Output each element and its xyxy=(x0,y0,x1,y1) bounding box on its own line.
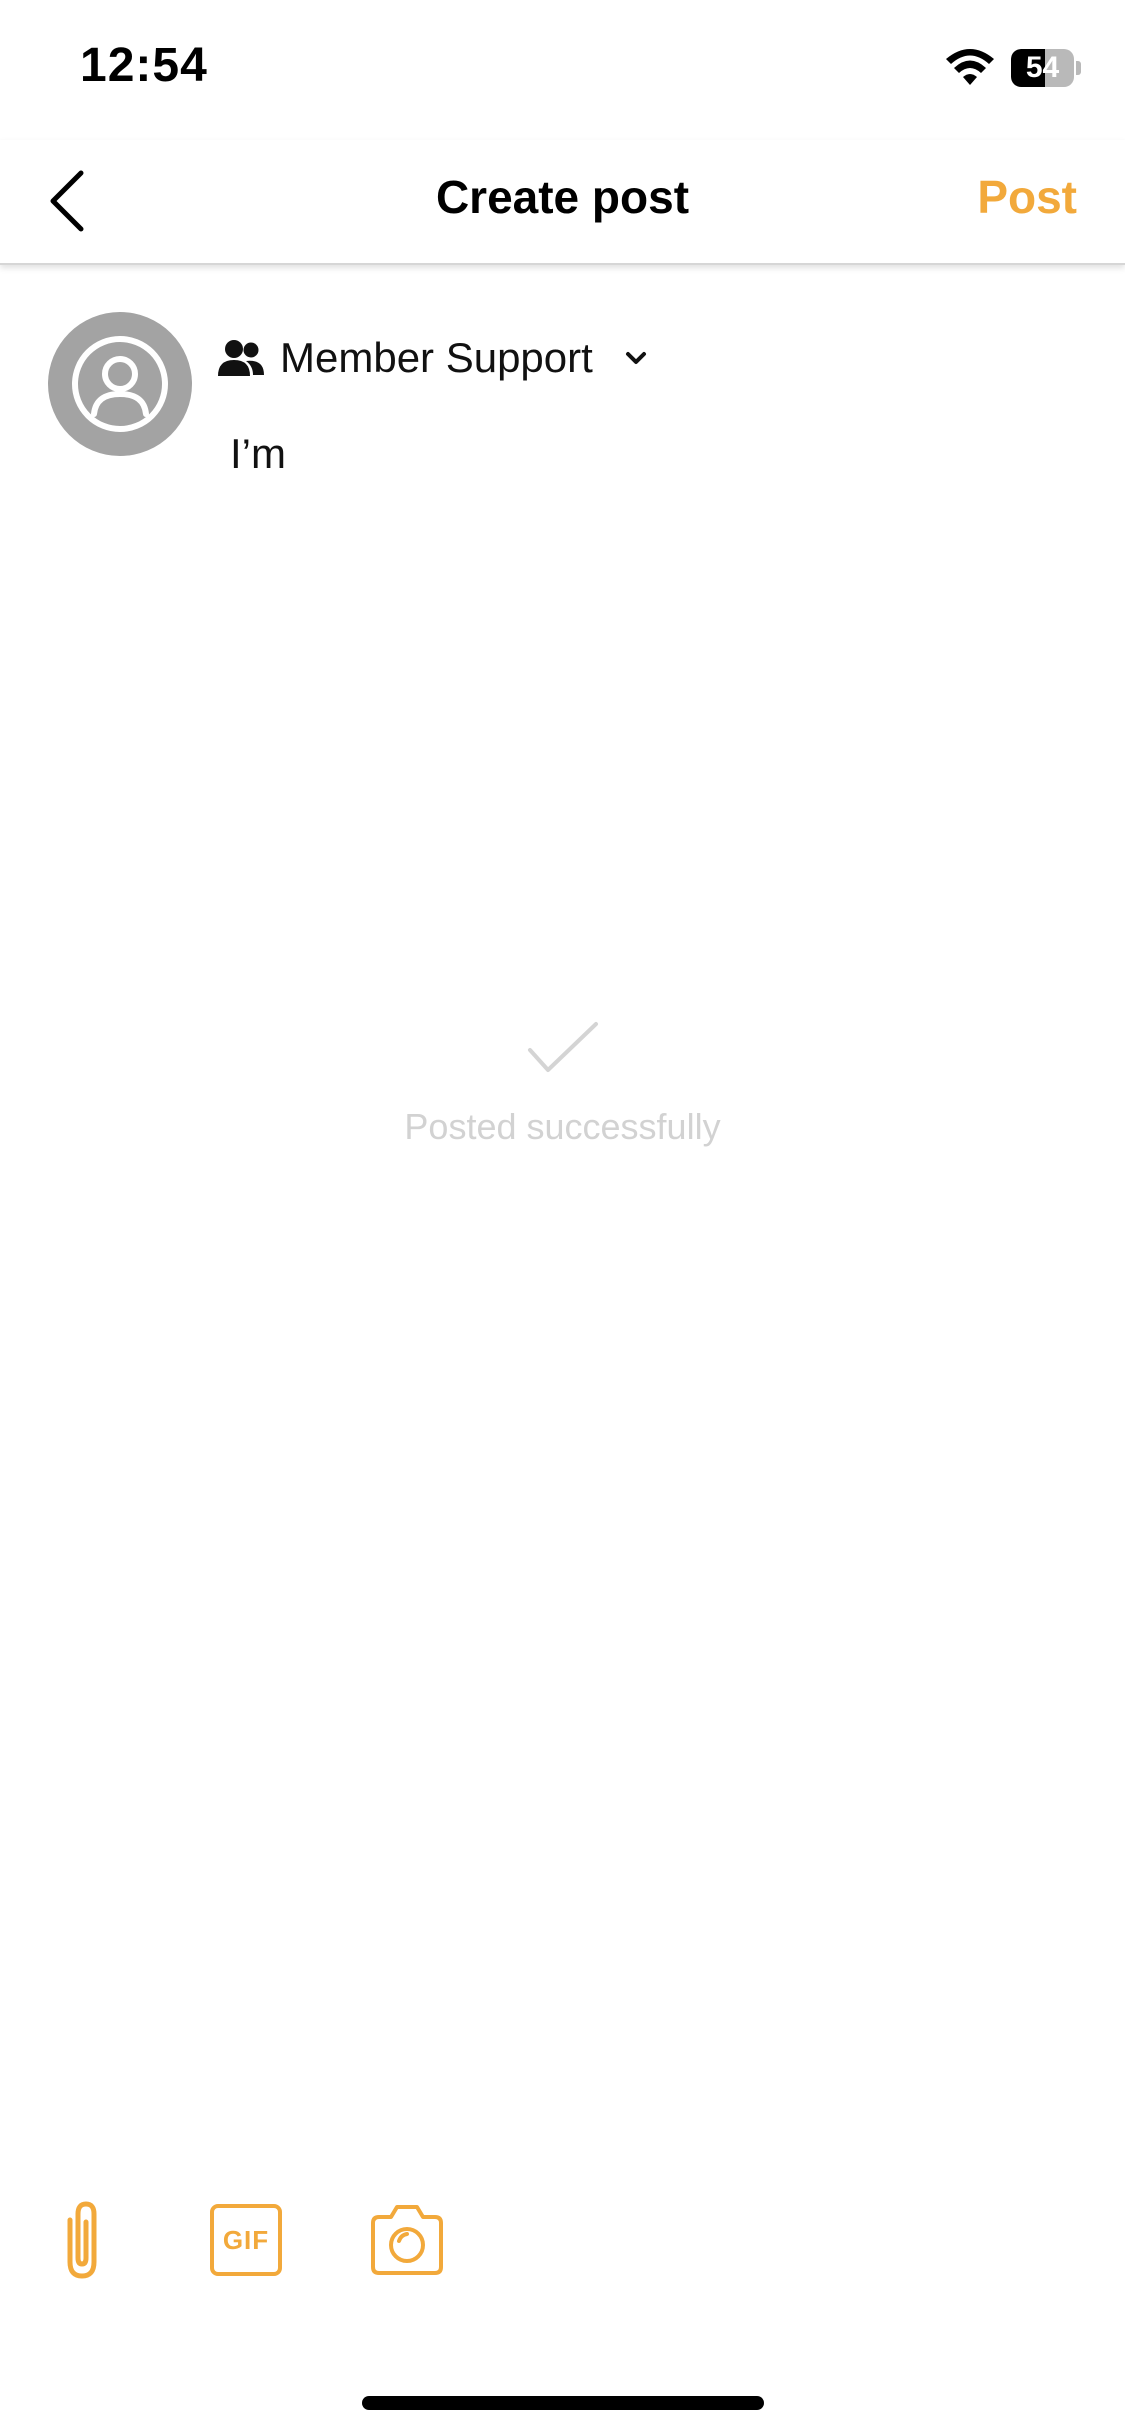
gif-icon: GIF xyxy=(210,2204,282,2276)
status-time: 12:54 xyxy=(80,39,208,92)
attachment-toolbar: GIF xyxy=(0,2200,1125,2290)
wifi-icon xyxy=(946,49,994,85)
camera-button[interactable] xyxy=(366,2200,448,2280)
toast-message: Posted successfully xyxy=(404,1106,721,1147)
attach-button[interactable] xyxy=(52,2200,112,2280)
user-circle-icon xyxy=(72,336,168,432)
audience-selector[interactable]: Member Support xyxy=(216,330,651,386)
battery-icon: 54 xyxy=(1011,49,1081,87)
group-icon xyxy=(218,340,264,376)
page-title: Create post xyxy=(435,171,690,223)
status-icons: 54 xyxy=(945,46,1081,90)
battery-level: 54 xyxy=(1025,51,1060,84)
post-text-input[interactable]: I’m xyxy=(230,430,286,478)
camera-icon xyxy=(371,2205,443,2275)
avatar xyxy=(48,312,192,456)
gif-button[interactable]: GIF xyxy=(206,2200,286,2280)
post-button[interactable]: Post xyxy=(977,170,1077,224)
navigation-bar: Create post Post xyxy=(0,140,1125,265)
success-toast: Posted successfully xyxy=(0,1020,1125,1148)
audience-label: Member Support xyxy=(280,334,593,381)
home-indicator xyxy=(362,2396,764,2410)
status-bar: 12:54 54 xyxy=(0,0,1125,140)
check-icon xyxy=(527,1022,598,1072)
create-post-screen: 12:54 54 Create post Post Member Support… xyxy=(0,0,1125,2436)
paperclip-icon xyxy=(67,2201,97,2279)
gif-label: GIF xyxy=(222,2224,270,2255)
chevron-down-icon xyxy=(625,352,646,364)
